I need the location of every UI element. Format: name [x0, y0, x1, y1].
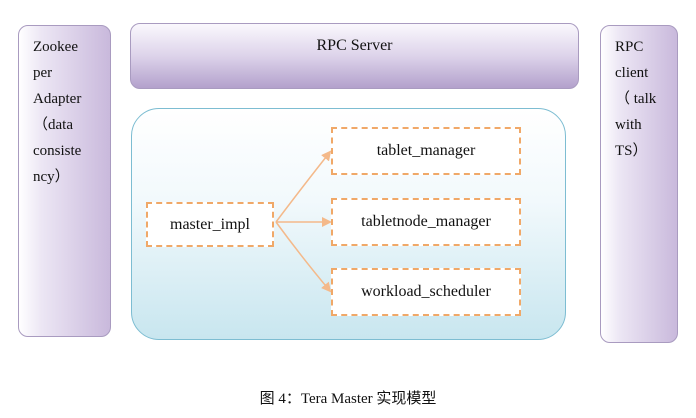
component-label: workload_scheduler: [361, 283, 491, 300]
arrow-to-tablet-manager: [275, 150, 332, 223]
component-label: tablet_manager: [376, 142, 476, 159]
tabletnode-manager-box: tabletnode_manager: [331, 198, 521, 246]
master-impl-box: master_impl: [146, 202, 274, 247]
master-impl-label: master_impl: [170, 215, 250, 233]
figure-caption: 图 4：Tera Master 实现模型: [259, 391, 437, 407]
arrow-to-workload-scheduler: [275, 221, 332, 293]
tablet-manager-box: tablet_manager: [331, 127, 521, 175]
component-label: tabletnode_manager: [361, 213, 491, 230]
workload-scheduler-box: workload_scheduler: [331, 268, 521, 316]
